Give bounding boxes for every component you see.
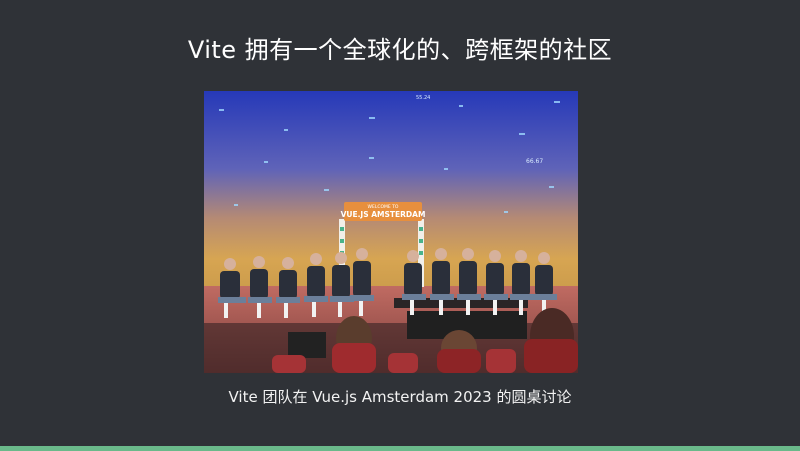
screen-number-top: 55.24: [416, 95, 430, 101]
floor-monitor: [288, 332, 326, 358]
panel-discussion-photo: 55.24 66.67 WELCOME TO VUE.JS AMSTERDAM: [204, 91, 578, 373]
slide-title: Vite 拥有一个全球化的、跨框架的社区: [187, 36, 613, 64]
stage-scene: 55.24 66.67 WELCOME TO VUE.JS AMSTERDAM: [204, 91, 578, 373]
presentation-slide: Vite 拥有一个全球化的、跨框架的社区 55.24 66.67 WELCOME…: [0, 0, 800, 451]
bottom-accent-bar: [0, 446, 800, 451]
screen-number-right: 66.67: [526, 158, 543, 165]
photo-caption: Vite 团队在 Vue.js Amsterdam 2023 的圆桌讨论: [228, 388, 572, 406]
banner-large-text: VUE.JS AMSTERDAM: [341, 210, 426, 219]
